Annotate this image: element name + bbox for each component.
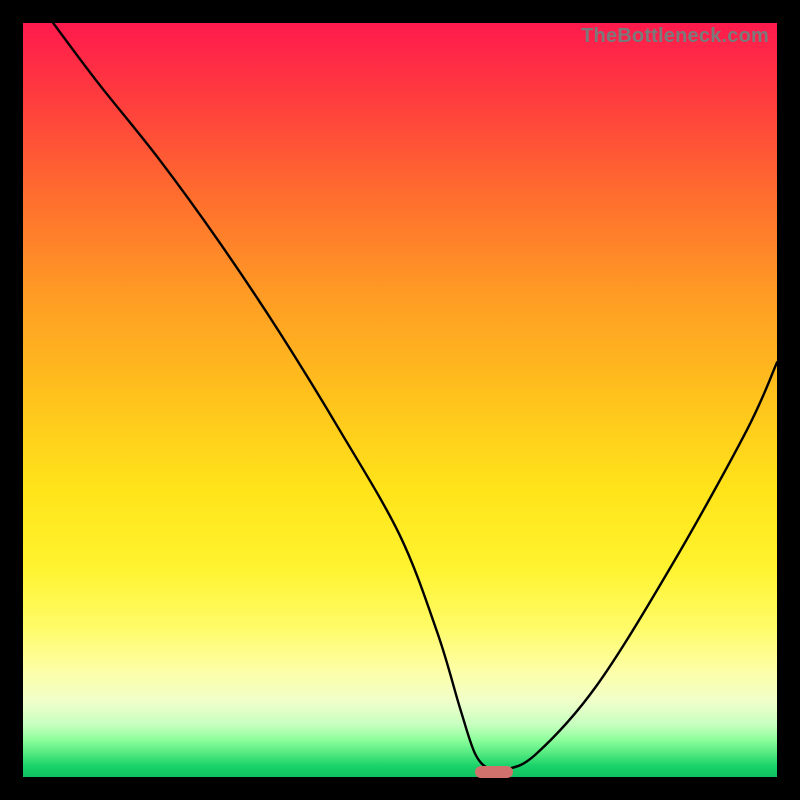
watermark-text: TheBottleneck.com: [581, 25, 769, 48]
bottleneck-curve: [23, 23, 777, 777]
optimal-point-marker: [475, 766, 513, 778]
chart-plot-area: TheBottleneck.com: [23, 23, 777, 777]
